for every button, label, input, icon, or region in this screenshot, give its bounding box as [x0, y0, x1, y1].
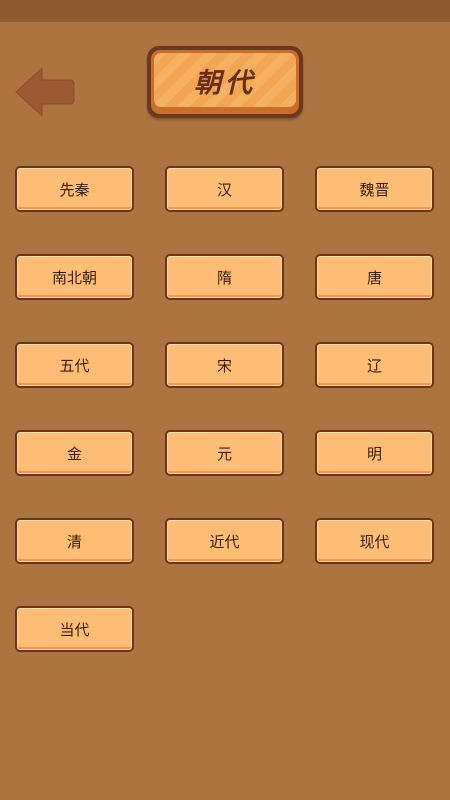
- dynasty-button-tang[interactable]: 唐: [315, 254, 434, 300]
- dynasty-button-nanbeichao[interactable]: 南北朝: [15, 254, 134, 300]
- dynasty-button-ming[interactable]: 明: [315, 430, 434, 476]
- dynasty-label: 明: [366, 444, 382, 463]
- dynasty-label: 元: [216, 444, 232, 463]
- dynasty-label: 魏晋: [359, 180, 390, 199]
- status-bar: [0, 0, 450, 22]
- dynasty-button-weijin[interactable]: 魏晋: [315, 166, 434, 212]
- dynasty-button-sui[interactable]: 隋: [165, 254, 284, 300]
- dynasty-button-jindai[interactable]: 近代: [165, 518, 284, 564]
- dynasty-button-yuan[interactable]: 元: [165, 430, 284, 476]
- dynasty-button-xiandai[interactable]: 现代: [315, 518, 434, 564]
- dynasty-button-qing[interactable]: 清: [15, 518, 134, 564]
- dynasty-label: 唐: [366, 268, 382, 287]
- dynasty-button-xianqin[interactable]: 先秦: [15, 166, 134, 212]
- dynasty-label: 当代: [59, 620, 90, 639]
- dynasty-label: 现代: [359, 532, 390, 551]
- back-arrow-icon: [15, 67, 75, 117]
- dynasty-button-wudai[interactable]: 五代: [15, 342, 134, 388]
- dynasty-label: 宋: [216, 356, 232, 375]
- dynasty-label: 近代: [209, 532, 240, 551]
- page-title: 朝代: [194, 67, 256, 99]
- dynasty-label: 金: [66, 444, 82, 463]
- dynasty-label: 隋: [216, 268, 232, 287]
- dynasty-button-song[interactable]: 宋: [165, 342, 284, 388]
- dynasty-label: 先秦: [59, 180, 90, 199]
- dynasty-button-dangdai[interactable]: 当代: [15, 606, 134, 652]
- dynasty-button-han[interactable]: 汉: [165, 166, 284, 212]
- dynasty-button-liao[interactable]: 辽: [315, 342, 434, 388]
- dynasty-label: 五代: [59, 356, 90, 375]
- dynasty-button-jin[interactable]: 金: [15, 430, 134, 476]
- page-title-plate: 朝代: [147, 46, 303, 118]
- dynasty-label: 清: [66, 532, 82, 551]
- dynasty-label: 汉: [216, 180, 232, 199]
- dynasty-label: 南北朝: [51, 268, 97, 287]
- dynasty-label: 辽: [366, 356, 382, 375]
- back-button[interactable]: [14, 66, 76, 118]
